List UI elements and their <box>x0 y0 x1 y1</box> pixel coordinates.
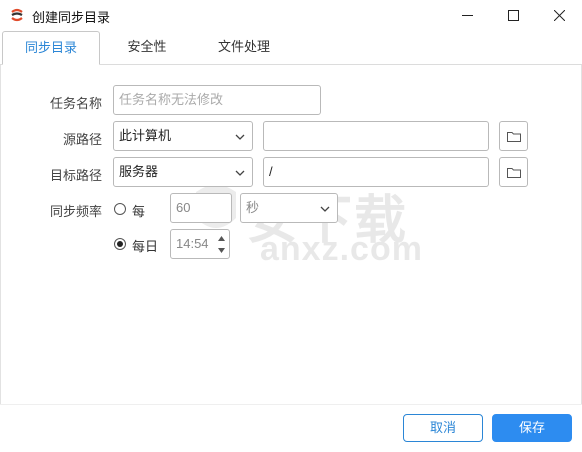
interval-unit-select[interactable]: 秒 <box>240 193 338 223</box>
interval-radio[interactable] <box>114 203 126 215</box>
maximize-button[interactable] <box>490 0 536 31</box>
triangle-up-icon <box>218 235 225 241</box>
close-icon <box>553 10 565 21</box>
sync-app-icon <box>11 8 23 22</box>
source-path-label: 源路径 <box>62 132 102 147</box>
daily-radio-label: 每日 <box>132 239 159 254</box>
daily-time-input[interactable]: 14:54 <box>170 229 230 259</box>
folder-icon <box>506 167 521 178</box>
time-down-button[interactable] <box>216 245 227 255</box>
triangle-down-icon <box>218 247 225 253</box>
interval-unit-value: 秒 <box>246 200 260 215</box>
minimize-icon <box>461 15 473 16</box>
tab-file-handling[interactable]: 文件处理 <box>204 31 284 64</box>
interval-amount-input[interactable]: 60 <box>170 193 232 223</box>
chevron-down-icon <box>320 206 330 212</box>
minimize-button[interactable] <box>444 0 490 31</box>
sync-frequency-label: 同步频率 <box>49 204 102 219</box>
chevron-down-icon <box>235 134 245 140</box>
target-path-input[interactable]: / <box>263 157 489 187</box>
maximize-icon <box>507 10 519 21</box>
save-button[interactable]: 保存 <box>492 414 572 442</box>
tab-bar: 同步目录 安全性 文件处理 <box>0 31 582 65</box>
task-name-label: 任务名称 <box>49 96 102 111</box>
interval-radio-label: 每 <box>132 204 146 219</box>
daily-time-value: 14:54 <box>176 236 209 251</box>
cancel-button[interactable]: 取消 <box>403 414 483 442</box>
folder-icon <box>506 131 521 142</box>
daily-radio[interactable] <box>114 238 126 250</box>
target-path-label: 目标路径 <box>49 168 102 183</box>
time-up-button[interactable] <box>216 233 227 243</box>
title-bar: 创建同步目录 <box>0 0 582 31</box>
watermark-url: anxz.com <box>260 230 423 268</box>
tab-security[interactable]: 安全性 <box>110 31 184 64</box>
task-name-input[interactable]: 任务名称无法修改 <box>113 85 321 115</box>
source-type-value: 此计算机 <box>119 128 172 143</box>
chevron-down-icon <box>235 170 245 176</box>
source-type-select[interactable]: 此计算机 <box>113 121 253 151</box>
target-type-value: 服务器 <box>119 164 159 179</box>
target-type-select[interactable]: 服务器 <box>113 157 253 187</box>
close-button[interactable] <box>536 0 582 31</box>
source-path-input[interactable] <box>263 121 489 151</box>
target-browse-button[interactable] <box>499 157 528 187</box>
window-title: 创建同步目录 <box>32 10 111 25</box>
left-edge <box>0 65 1 405</box>
tab-sync-directory[interactable]: 同步目录 <box>2 31 100 65</box>
source-browse-button[interactable] <box>499 121 528 151</box>
footer-divider <box>0 404 582 405</box>
